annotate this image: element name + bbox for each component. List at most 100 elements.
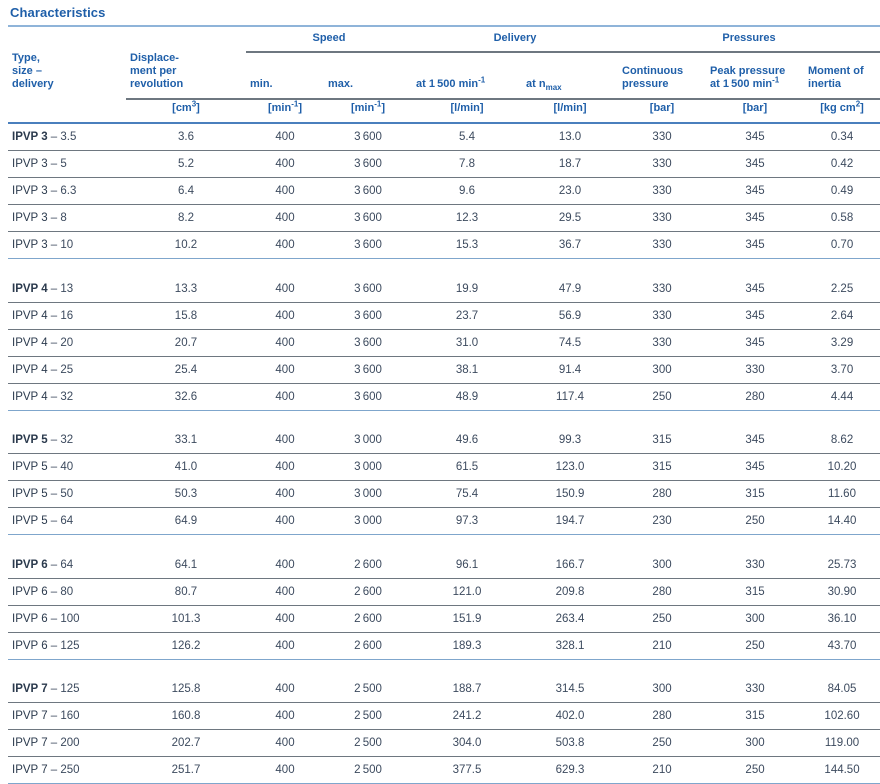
table-row: IPVP 4 – 16 15.8 400 3 600 23.7 56.9 330 345 2.6… [8, 302, 880, 330]
group-spacer-row [8, 410, 880, 427]
cell-continuous: 250 [618, 729, 707, 757]
header-speed-min: min. [250, 78, 273, 90]
cell-speed-min: 400 [246, 676, 324, 703]
cell-peak: 345 [706, 453, 805, 481]
units-moi-post: ] [860, 102, 864, 114]
cell-type-size-delivery: IPVP 6 – 80 [8, 578, 126, 606]
table-row: IPVP 6 – 125 126.2 400 2 600 189.3 328.1 210 25… [8, 632, 880, 660]
header-peak-line2-text: at 1 500 min [710, 78, 773, 90]
cell-moi: 0.34 [804, 123, 880, 151]
cell-type-size-delivery: IPVP 6 – 100 [8, 605, 126, 633]
cell-delivery-1500: 31.0 [412, 329, 523, 357]
cell-moi: 3.70 [804, 356, 880, 384]
cell-displacement: 125.8 [126, 676, 246, 703]
cell-speed-min: 400 [246, 123, 324, 151]
cell-delivery-nmax: 629.3 [522, 756, 619, 784]
cell-delivery-nmax: 91.4 [522, 356, 619, 384]
cell-model-name: IPVP 4 [12, 336, 48, 349]
cell-delivery-nmax: 123.0 [522, 453, 619, 481]
cell-speed-min: 400 [246, 150, 324, 178]
cell-model-name: IPVP 4 [12, 282, 48, 295]
cell-type-size-delivery: IPVP 5 – 32 [8, 427, 126, 454]
cell-delivery-1500: 15.3 [412, 231, 523, 259]
cell-model-size: – 32 [47, 390, 74, 403]
header-continuous-line1: Continuous [622, 65, 684, 77]
cell-model-size: – 64 [47, 515, 74, 527]
cell-delivery-nmax: 23.0 [522, 177, 619, 205]
cell-speed-max: 3 600 [324, 383, 413, 411]
table-row: IPVP 5 – 50 50.3 400 3 000 75.4 150.9 280 315 11… [8, 480, 880, 508]
cell-speed-max: 3 600 [324, 150, 413, 178]
cell-speed-min: 400 [246, 383, 324, 411]
table-row: IPVP 7 – 250 251.7 400 2 500 377.5 629.3 210 25… [8, 756, 880, 784]
cell-type-size-delivery: IPVP 7 – 200 [8, 729, 126, 757]
group-spacer-cell [8, 410, 880, 427]
header-delivery-1500-text: at 1 500 min [416, 78, 479, 90]
cell-delivery-1500: 151.9 [412, 605, 523, 633]
header-spacer-type [8, 27, 126, 47]
table-header: Speed Delivery Pressures Type, size – de… [8, 27, 880, 124]
cell-continuous: 230 [618, 507, 707, 535]
header-peak-line2-exponent: -1 [772, 75, 780, 85]
cell-peak: 300 [706, 729, 805, 757]
cell-speed-min: 400 [246, 507, 324, 535]
units-speed-max-post: ] [381, 102, 386, 114]
units-peak: [bar] [742, 102, 768, 114]
cell-model-size: – 10 [47, 239, 74, 251]
cell-delivery-1500: 23.7 [412, 302, 523, 330]
table-row: IPVP 4 – 20 20.7 400 3 600 31.0 74.5 330 345 3.2… [8, 329, 880, 357]
cell-model-size: – 6.3 [47, 185, 77, 197]
header-type-line1: Type, [12, 52, 40, 64]
units-spacer-type [8, 99, 126, 119]
cell-speed-min: 400 [246, 551, 324, 579]
cell-type-size-delivery: IPVP 3 – 5 [8, 150, 126, 178]
cell-speed-min: 400 [246, 356, 324, 384]
cell-peak: 280 [706, 383, 805, 411]
cell-type-size-delivery: IPVP 3 – 6.3 [8, 177, 126, 205]
cell-type-size-delivery: IPVP 7 – 160 [8, 702, 126, 730]
cell-displacement: 41.0 [126, 453, 246, 481]
cell-moi: 2.64 [804, 302, 880, 330]
cell-delivery-nmax: 13.0 [522, 123, 619, 151]
cell-peak: 345 [706, 427, 805, 454]
cell-speed-min: 400 [246, 632, 324, 660]
cell-speed-max: 2 600 [324, 551, 413, 579]
cell-continuous: 330 [618, 275, 707, 303]
cell-continuous: 330 [618, 150, 707, 178]
cell-delivery-1500: 121.0 [412, 578, 523, 606]
cell-peak: 250 [706, 507, 805, 535]
cell-model-name: IPVP 3 [12, 158, 48, 170]
cell-peak: 315 [706, 578, 805, 606]
cell-type-size-delivery: IPVP 4 – 16 [8, 302, 126, 330]
cell-model-name: IPVP 3 [12, 212, 48, 224]
units-speed-min-post: ] [298, 102, 303, 114]
cell-continuous: 210 [618, 756, 707, 784]
cell-speed-min: 400 [246, 453, 324, 481]
table-row: IPVP 4 – 25 25.4 400 3 600 38.1 91.4 300 330 3.7… [8, 356, 880, 384]
header-spacer-displacement [126, 27, 246, 47]
cell-continuous: 300 [618, 356, 707, 384]
cell-type-size-delivery: IPVP 5 – 64 [8, 507, 126, 535]
cell-peak: 315 [706, 480, 805, 508]
cell-speed-min: 400 [246, 702, 324, 730]
cell-speed-min: 400 [246, 302, 324, 330]
cell-delivery-nmax: 328.1 [522, 632, 619, 660]
header-type-line3: delivery [12, 78, 54, 90]
cell-moi: 25.73 [804, 551, 880, 579]
cell-model-size: – 250 [47, 764, 80, 776]
cell-model-name: IPVP 7 [12, 710, 48, 722]
cell-peak: 345 [706, 302, 805, 330]
cell-continuous: 300 [618, 676, 707, 703]
cell-delivery-1500: 12.3 [412, 204, 523, 232]
header-group-delivery: Delivery [493, 32, 537, 44]
cell-model-size: – 32 [47, 434, 74, 446]
cell-displacement: 20.7 [126, 329, 246, 357]
page-title: Characteristics [10, 5, 106, 20]
cell-type-size-delivery: IPVP 5 – 40 [8, 453, 126, 481]
table-row: IPVP 3 – 3.5 3.6 400 3 600 5.4 13.0 330 345 0.34 [8, 123, 880, 151]
cell-peak: 345 [706, 329, 805, 357]
table-row: IPVP 3 – 6.3 6.4 400 3 600 9.6 23.0 330 345 0.49 [8, 177, 880, 205]
cell-speed-min: 400 [246, 756, 324, 784]
cell-peak: 250 [706, 756, 805, 784]
cell-continuous: 315 [618, 453, 707, 481]
